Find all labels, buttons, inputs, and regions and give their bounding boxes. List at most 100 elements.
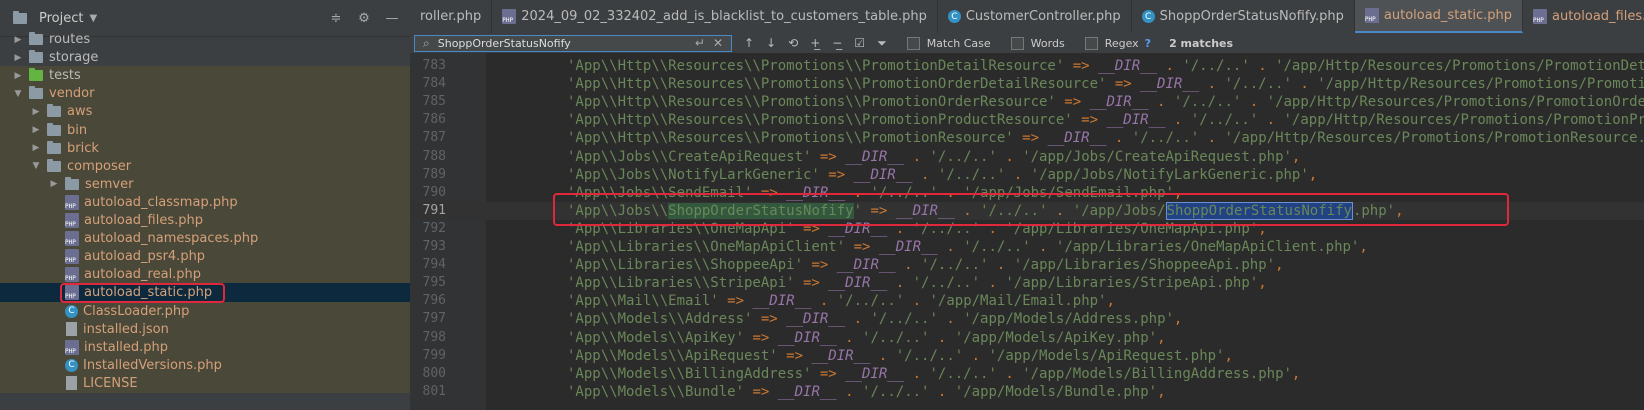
- tree-item[interactable]: PHP autoload_files.php: [0, 211, 410, 230]
- search-icon[interactable]: ⌕: [423, 36, 430, 51]
- project-title[interactable]: Project: [39, 11, 83, 26]
- code-token: .: [912, 166, 938, 183]
- code-token: 'App\\Http\\Resources\\Promotions\\Promo…: [567, 130, 1014, 147]
- clear-search-icon[interactable]: ✕: [713, 36, 723, 50]
- code-line[interactable]: 793 'App\\Libraries\\OneMapApiClient' => …: [410, 238, 1644, 256]
- tree-item[interactable]: C InstalledVersions.php: [0, 355, 410, 375]
- code-token: '/app/Models/BillingAddress.php': [1022, 365, 1292, 382]
- code-token: __DIR__: [1106, 112, 1166, 129]
- search-box[interactable]: ⌕ ↵ ✕: [414, 34, 732, 52]
- code-line[interactable]: 797 'App\\Models\\Address' => __DIR__ . '…: [410, 310, 1644, 328]
- line-number: 785: [422, 94, 446, 110]
- collapse-all-icon[interactable]: ≑: [326, 11, 346, 26]
- gear-icon[interactable]: ⚙: [354, 11, 374, 26]
- tree-item[interactable]: ▼ vendor: [0, 84, 410, 104]
- checkbox-box[interactable]: [906, 36, 920, 50]
- words-checkbox[interactable]: Words: [1010, 36, 1065, 50]
- tree-item[interactable]: ▶ bin: [0, 120, 410, 140]
- regex-checkbox[interactable]: Regex: [1084, 36, 1139, 50]
- tree-item[interactable]: PHP autoload_psr4.php: [0, 247, 410, 267]
- code-line[interactable]: 789 'App\\Jobs\\NotifyLarkGeneric' => __D…: [410, 166, 1644, 184]
- code-editor[interactable]: 783 'App\\Http\\Resources\\Promotions\\Pr…: [410, 53, 1644, 410]
- tree-item[interactable]: ▶ routes: [0, 30, 410, 49]
- tree-item[interactable]: PHP installed.php: [0, 337, 410, 357]
- editor-tab[interactable]: C ShoppOrderStatusNofify.php: [1132, 0, 1355, 33]
- code-line[interactable]: 796 'App\\Mail\\Email' => __DIR__ . '/../…: [410, 292, 1644, 310]
- chevron-right-icon[interactable]: ▶: [30, 143, 42, 153]
- chevron-right-icon[interactable]: ▶: [30, 125, 42, 135]
- checkbox-box[interactable]: [1010, 36, 1024, 50]
- select-all-occurrences-icon[interactable]: ☑: [854, 36, 865, 50]
- chevron-right-icon[interactable]: ▶: [30, 107, 42, 117]
- tree-item[interactable]: ▶ storage: [0, 48, 410, 67]
- code-token: =>: [1106, 76, 1141, 93]
- code-token: .: [845, 311, 871, 328]
- tree-item[interactable]: C ClassLoader.php: [0, 301, 410, 321]
- chevron-down-icon[interactable]: ▼: [30, 161, 42, 171]
- checkbox-box[interactable]: [1084, 36, 1098, 50]
- code-line[interactable]: 800 'App\\Models\\BillingAddress' => __DI…: [410, 365, 1644, 383]
- editor-tab[interactable]: PHP 2024_09_02_332402_add_is_blacklist_to…: [492, 0, 938, 33]
- code-text: 'App\\Http\\Resources\\Promotions\\Promo…: [567, 75, 1644, 93]
- editor-tab[interactable]: PHP autoload_files.php: [1523, 0, 1644, 33]
- code-line[interactable]: 798 'App\\Models\\ApiKey' => __DIR__ . '/…: [410, 329, 1644, 347]
- code-line[interactable]: 794 'App\\Libraries\\ShoppeeApi' => __DIR…: [410, 256, 1644, 274]
- chevron-right-icon[interactable]: ▶: [12, 53, 24, 63]
- tree-item[interactable]: ▶ brick: [0, 138, 410, 158]
- tree-item[interactable]: ▶ aws: [0, 102, 410, 122]
- editor-tab[interactable]: C CustomerController.php: [938, 0, 1132, 33]
- tree-item[interactable]: ▶ semver: [0, 174, 410, 194]
- code-token: 'App\\Mail\\Email': [567, 293, 719, 310]
- tree-item[interactable]: ▼ composer: [0, 156, 410, 176]
- code-line[interactable]: 801 'App\\Models\\Bundle' => __DIR__ . '/…: [410, 383, 1644, 401]
- code-token: =>: [845, 239, 879, 255]
- chevron-right-icon[interactable]: ▶: [12, 35, 24, 45]
- match-case-checkbox[interactable]: Match Case: [906, 36, 991, 50]
- regex-help-icon[interactable]: ?: [1145, 37, 1151, 50]
- code-line[interactable]: 783 'App\\Http\\Resources\\Promotions\\Pr…: [410, 57, 1644, 75]
- newline-icon[interactable]: ↵: [695, 36, 705, 50]
- previous-occurrence-icon[interactable]: ↑: [744, 36, 754, 50]
- file-icon: [66, 322, 77, 337]
- tree-item[interactable]: PHP autoload_classmap.php: [0, 192, 410, 212]
- chevron-right-icon[interactable]: ▶: [12, 71, 24, 81]
- code-line[interactable]: 786 'App\\Http\\Resources\\Promotions\\Pr…: [410, 111, 1644, 129]
- code-token: .: [963, 347, 989, 364]
- tree-item[interactable]: LICENSE: [0, 373, 410, 393]
- code-token: 'App\\Http\\Resources\\Promotions\\Promo…: [567, 58, 1065, 74]
- line-number: 792: [422, 220, 446, 236]
- tree-item[interactable]: PHP autoload_namespaces.php: [0, 229, 410, 249]
- editor-tab[interactable]: PHP autoload_static.php: [1354, 0, 1523, 33]
- code-token: .: [904, 293, 930, 310]
- hide-panel-icon[interactable]: —: [382, 11, 402, 26]
- code-token: '/../..': [870, 311, 938, 328]
- tree-item[interactable]: installed.json: [0, 319, 410, 339]
- chevron-right-icon[interactable]: ▶: [48, 179, 60, 189]
- code-line[interactable]: 799 'App\\Models\\ApiRequest' => __DIR__ …: [410, 347, 1644, 365]
- code-token: 'App\\Models\\ApiRequest': [567, 347, 778, 364]
- add-selection-icon[interactable]: +̲: [810, 36, 820, 50]
- chevron-down-icon[interactable]: ▼: [12, 89, 24, 99]
- tree-item-label: InstalledVersions.php: [83, 357, 222, 373]
- code-token: .: [904, 148, 930, 165]
- chevron-down-icon[interactable]: ▼: [89, 13, 97, 24]
- code-line[interactable]: 787 'App\\Http\\Resources\\Promotions\\Pr…: [410, 129, 1644, 147]
- code-token: '/app/Libraries/OneMapApiClient.php': [1055, 239, 1360, 255]
- code-line[interactable]: 784 'App\\Http\\Resources\\Promotions\\Pr…: [410, 75, 1644, 93]
- tree-item[interactable]: PHP autoload_real.php: [0, 265, 410, 285]
- code-token: __DIR__: [836, 257, 896, 274]
- filter-icon[interactable]: ⏷: [877, 36, 887, 51]
- code-line[interactable]: 788 'App\\Jobs\\CreateApiRequest' => __DI…: [410, 148, 1644, 166]
- code-text: 'App\\Mail\\Email' => __DIR__ . '/../..'…: [567, 292, 1115, 310]
- code-token: 'App\\Http\\Resources\\Promotions\\Promo…: [567, 112, 1073, 129]
- search-input[interactable]: [433, 36, 691, 50]
- line-number: 790: [422, 184, 446, 200]
- find-all-icon[interactable]: ⟲: [788, 36, 798, 50]
- code-line[interactable]: 795 'App\\Libraries\\StripeApi' => __DIR_…: [410, 274, 1644, 292]
- tree-item[interactable]: ▶ tests: [0, 66, 410, 86]
- remove-selection-icon[interactable]: −̲: [832, 36, 842, 50]
- code-line[interactable]: 785 'App\\Http\\Resources\\Promotions\\Pr…: [410, 93, 1644, 111]
- editor-tab[interactable]: roller.php: [410, 0, 493, 33]
- code-token: __DIR__: [811, 347, 871, 364]
- next-occurrence-icon[interactable]: ↓: [766, 36, 776, 50]
